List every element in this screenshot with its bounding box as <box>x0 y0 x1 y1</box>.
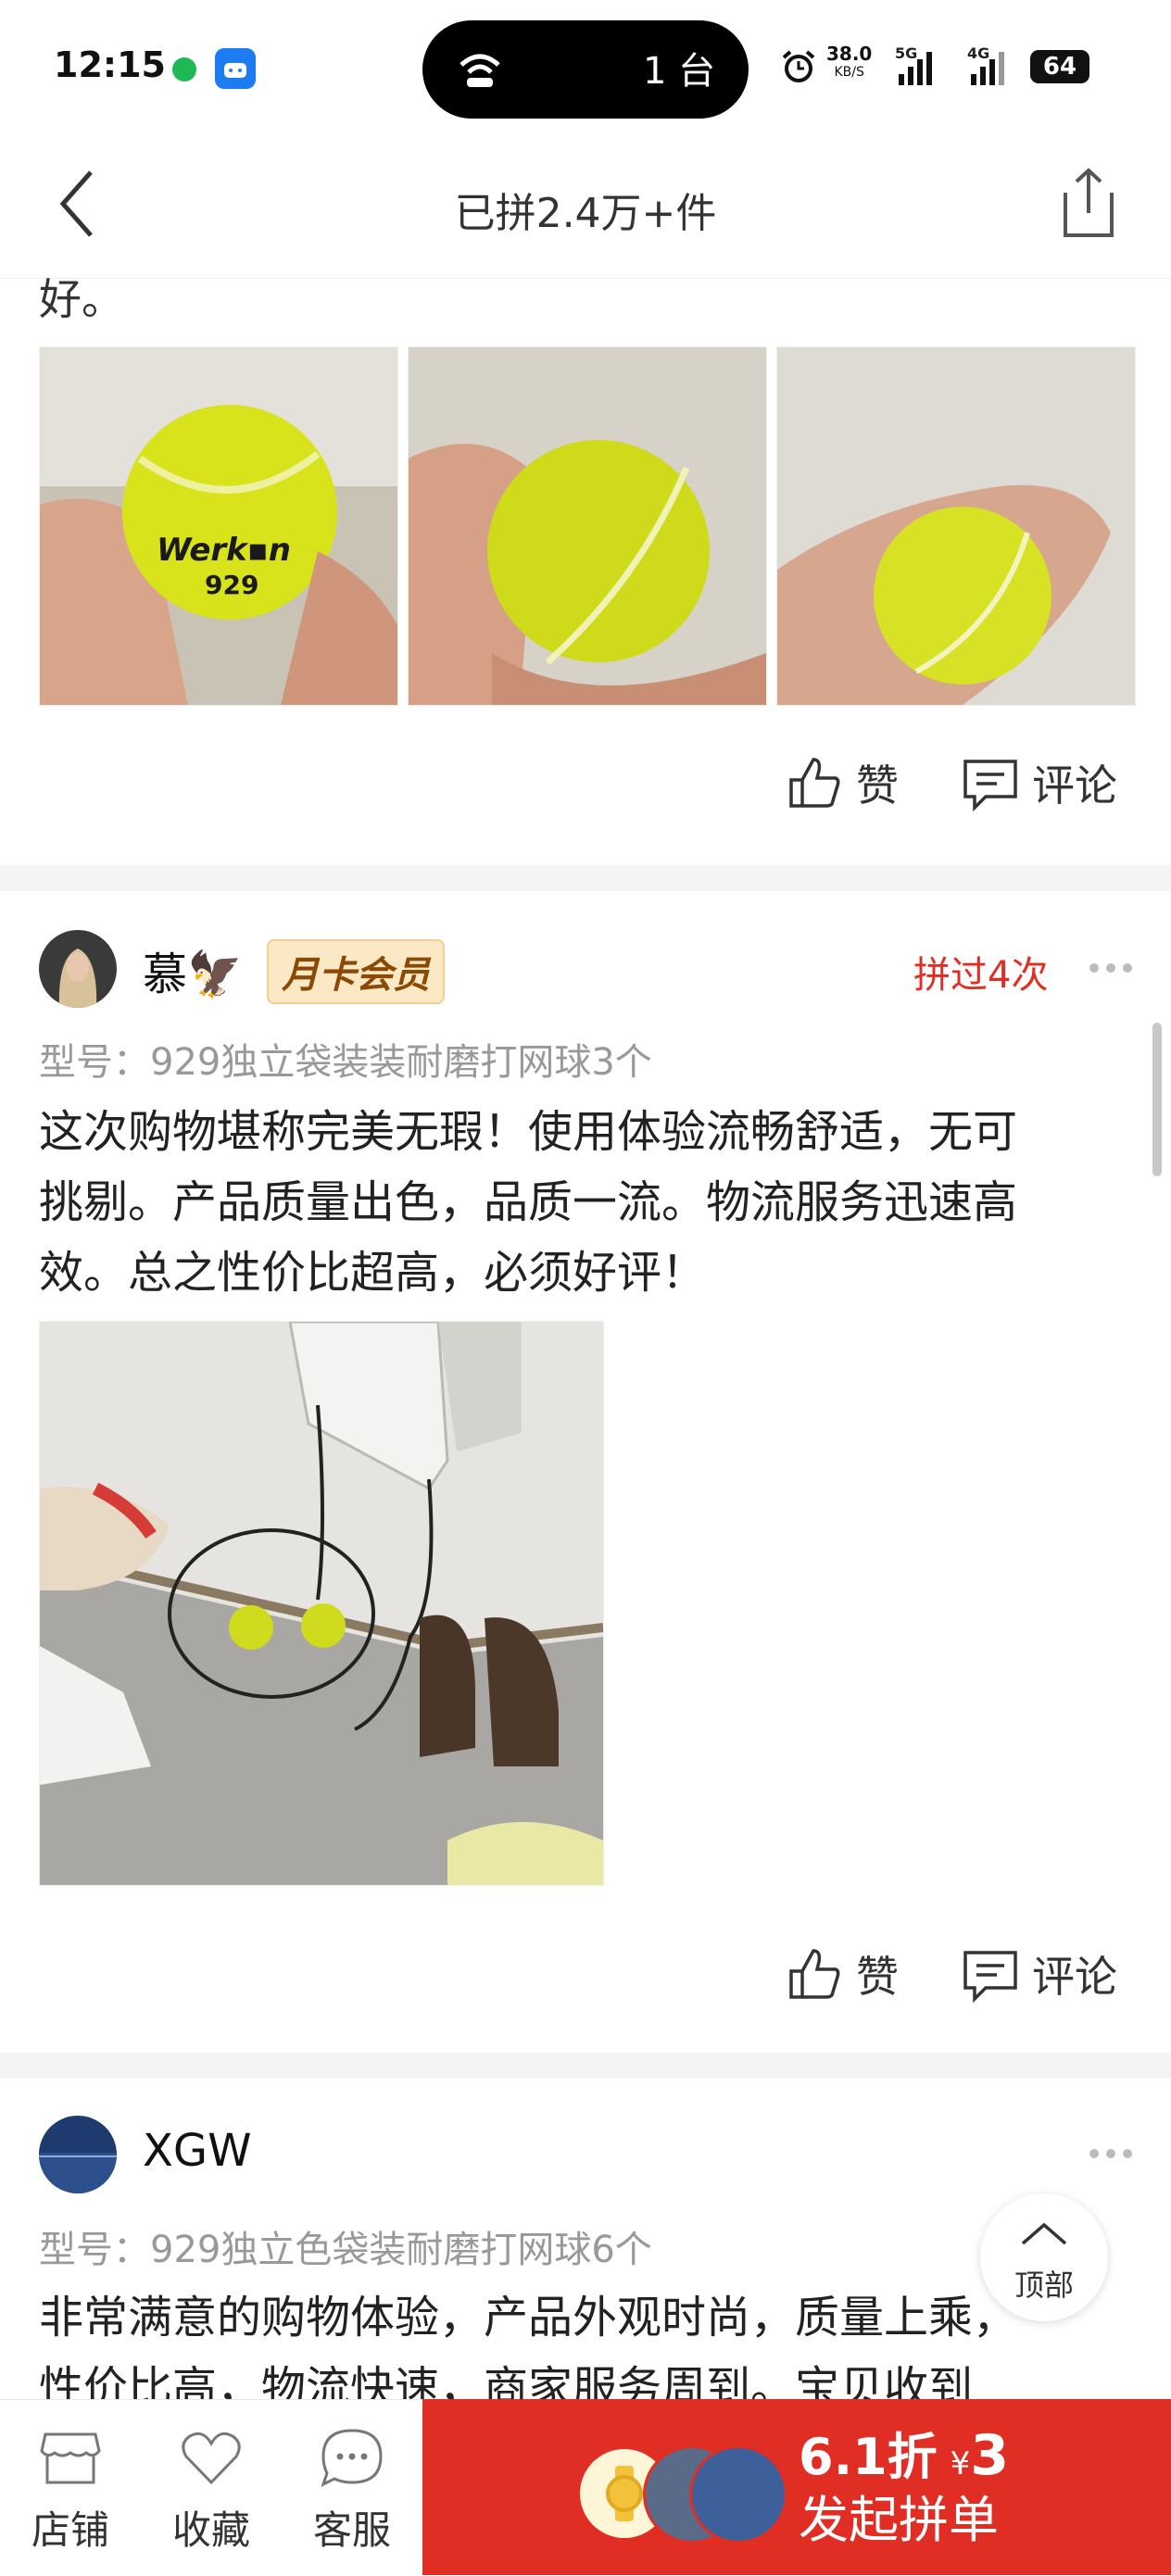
prev-review-text: 好。 <box>39 274 124 324</box>
group-buy-label: 发起拼单 <box>799 2491 999 2549</box>
hotspot-icon <box>454 43 506 94</box>
network-speed: 38.0 KB/S <box>826 43 873 80</box>
membership-badge: 月卡会员 <box>267 939 445 1004</box>
page-title: 已拼2.4万+件 <box>454 190 717 237</box>
comment-icon <box>963 760 1017 811</box>
signal-5g-icon: 5G <box>895 44 932 85</box>
like-button[interactable]: 赞 <box>786 752 899 813</box>
chat-icon <box>321 2429 383 2487</box>
thumbs-up-icon <box>789 1949 840 1999</box>
comment-button[interactable]: 评论 <box>962 1943 1117 2004</box>
group-buy-button[interactable] <box>422 2399 1171 2575</box>
shop-icon <box>40 2432 101 2484</box>
section-divider <box>0 2053 1171 2079</box>
avatar[interactable] <box>39 930 117 1008</box>
share-icon <box>1064 168 1114 237</box>
review-photo-1[interactable]: Werk▪n 929 <box>39 346 398 706</box>
scrollbar[interactable] <box>1152 1023 1162 1176</box>
review-photo[interactable] <box>39 1321 604 1886</box>
android-app-icon <box>215 48 256 89</box>
back-to-top-button[interactable]: 顶部 <box>980 2193 1108 2321</box>
like-button[interactable]: 赞 <box>786 1943 899 2004</box>
svg-text:Werk▪n: Werk▪n <box>157 532 291 569</box>
review-photo-3[interactable] <box>776 346 1136 706</box>
share-button[interactable] <box>1056 165 1121 243</box>
product-model: 型号：929独立袋装装耐磨打网球3个 <box>39 1041 652 1084</box>
avatar[interactable] <box>39 2116 117 2193</box>
battery-indicator: 64 <box>1030 50 1089 83</box>
comment-button[interactable]: 评论 <box>962 752 1117 813</box>
heart-icon <box>182 2431 241 2485</box>
shop-button[interactable]: 店铺 <box>6 2427 135 2556</box>
avatar <box>689 2445 787 2544</box>
favorite-button[interactable]: 收藏 <box>146 2427 276 2556</box>
svg-text:929: 929 <box>205 570 258 600</box>
review-photo-2[interactable] <box>408 346 767 706</box>
customer-service-button[interactable]: 客服 <box>287 2427 417 2556</box>
music-app-icon <box>172 57 196 82</box>
status-time: 12:15 <box>54 44 166 85</box>
more-options-button[interactable] <box>1089 2149 1132 2158</box>
review-text: 这次购物堪称完美无瑕！使用体验流畅舒适，无可 挑剔。产品质量出色，品质一流。物流… <box>39 1106 1018 1299</box>
more-options-button[interactable] <box>1089 963 1132 973</box>
alarm-icon <box>780 48 817 85</box>
thumbs-up-icon <box>789 758 840 808</box>
product-model: 型号：929独立色袋装耐磨打网球6个 <box>39 2229 652 2271</box>
comment-icon <box>963 1951 1017 2003</box>
island-device-count: 1 台 <box>643 50 716 93</box>
review-username[interactable]: 慕🦅 <box>143 937 243 1002</box>
chevron-up-icon <box>1021 2222 1067 2245</box>
review-username[interactable]: XGW <box>143 2125 252 2177</box>
repeat-purchase-tag: 拼过4次 <box>913 954 1049 997</box>
section-divider <box>0 865 1171 891</box>
signal-4g-icon: 4G <box>967 44 1004 85</box>
